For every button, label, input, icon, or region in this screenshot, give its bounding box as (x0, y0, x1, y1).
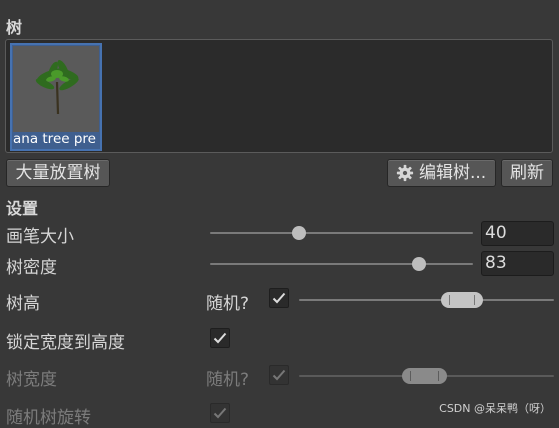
brush-size-slider-knob[interactable] (292, 226, 307, 240)
tree-thumbnail (13, 46, 99, 132)
tree-height-random-label: 随机? (206, 294, 250, 314)
mass-place-trees-button[interactable]: 大量放置树 (6, 159, 110, 187)
random-rotation-label: 随机树旋转 (6, 408, 91, 428)
tree-height-range-handle[interactable] (440, 292, 483, 308)
brush-size-label: 画笔大小 (6, 227, 74, 247)
tree-prototype-name: ana tree pre (13, 131, 96, 147)
tree-density-slider[interactable] (210, 263, 473, 265)
gear-icon (396, 164, 414, 182)
tree-height-label: 树高 (6, 294, 40, 314)
brush-size-field[interactable]: 40 (481, 221, 554, 246)
checkmark-icon (272, 369, 286, 381)
brush-size-slider[interactable] (210, 232, 473, 234)
tree-density-field[interactable]: 83 (481, 251, 554, 276)
settings-section-title: 设置 (6, 199, 39, 218)
lock-width-to-height-checkbox[interactable] (210, 328, 230, 348)
refresh-button[interactable]: 刷新 (501, 159, 553, 187)
lock-width-to-height-label: 锁定宽度到高度 (6, 333, 125, 353)
tree-height-random-checkbox[interactable] (269, 288, 289, 308)
checkmark-icon (213, 332, 227, 344)
tree-width-label: 树宽度 (6, 370, 57, 390)
tree-density-slider-knob[interactable] (412, 257, 427, 271)
tree-width-random-label: 随机? (206, 370, 250, 390)
palm-tree-icon (35, 60, 79, 115)
tree-width-random-checkbox (269, 365, 289, 385)
tree-prototype-list[interactable]: ana tree pre (5, 39, 553, 153)
random-rotation-checkbox (210, 403, 230, 423)
tree-height-range-slider[interactable] (299, 299, 554, 301)
watermark: CSDN @呆呆鸭（呀） (439, 402, 551, 415)
tree-section-title: 树 (6, 18, 23, 37)
edit-trees-button[interactable]: 编辑树... (387, 159, 496, 187)
tree-width-range-handle (402, 368, 447, 384)
tree-prototype-item[interactable]: ana tree pre (10, 43, 102, 151)
tree-density-label: 树密度 (6, 258, 57, 278)
checkmark-icon (272, 292, 286, 304)
checkmark-icon (213, 407, 227, 419)
edit-trees-label: 编辑树... (419, 163, 487, 183)
